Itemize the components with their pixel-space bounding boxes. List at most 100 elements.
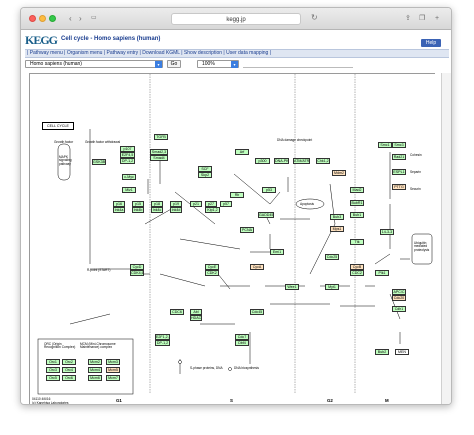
map-title: CELL CYCLE [42,122,74,130]
gene-node[interactable]: Mps1 [330,226,344,232]
gene-node[interactable]: Bub2 [375,349,389,355]
gene-node[interactable]: ATM/ATR [293,158,310,164]
gene-node[interactable]: Rad21 [392,154,406,160]
gene-node[interactable]: ESPL1 [392,169,406,175]
gene-node[interactable]: Plk1 [375,270,389,276]
gene-node[interactable]: Dbf4 [235,340,249,346]
organism-select[interactable]: Homo sapiens (human) ▾ [25,60,163,68]
minimize-window-button[interactable] [39,15,46,22]
mcm-label: MCM (Mini-Chromosome Maintenance) comple… [80,342,116,350]
gene-node[interactable]: Emi1 [270,249,284,255]
zoom-slider[interactable] [243,60,353,68]
gene-node[interactable]: 14-3-3 [380,229,394,235]
gene-node[interactable]: TGFB [154,134,168,140]
gene-node[interactable]: Miz1 [122,187,136,193]
pathway-map[interactable]: CELL CYCLE Growth factor Growth factor w… [29,73,435,404]
pathway-menu-bar[interactable]: | Pathway menu | Organism menu | Pathway… [25,49,449,58]
go-button[interactable]: Go [167,60,181,68]
gene-node[interactable]: Ink4c [151,207,163,213]
gene-node[interactable]: Myt1 [325,284,339,290]
growth-factor-withdrawal-label: Growth factor withdrawal [85,140,121,144]
gene-node[interactable]: Ink4d [170,207,182,213]
gene-node[interactable]: Cdc20 [392,295,406,301]
gene-node[interactable]: Orc6 [62,375,76,381]
gene-node[interactable]: CDK2 [205,270,219,276]
back-icon[interactable]: ‹ [69,14,72,23]
new-tab-icon[interactable]: + [435,14,439,23]
gene-node[interactable]: Mcm6 [88,375,102,381]
gene-node[interactable]: Cdh1 [392,306,406,312]
close-window-button[interactable] [29,15,36,22]
gene-node[interactable]: CDC2 [350,270,364,276]
kegg-logo-text: KEGG [25,33,58,47]
zoom-select[interactable]: 100% ▾ [197,60,239,68]
share-icon[interactable]: ⇪ [405,14,411,23]
address-bar[interactable]: kegg.jp [171,13,301,25]
kegg-logo[interactable]: KEGG [25,33,58,47]
help-button[interactable]: Help [421,39,441,47]
gene-node[interactable]: Orc4 [62,367,76,373]
gene-node[interactable]: MEN [395,349,409,355]
gene-node[interactable]: Orc1 [46,359,60,365]
gene-node[interactable]: DP-1,2 [155,340,170,346]
gene-node[interactable]: Cdc25 [325,254,339,260]
gene-node[interactable]: Mcm4 [88,367,102,373]
gene-node[interactable]: Ttk [350,239,364,245]
tabs-icon[interactable]: ❐ [419,14,425,23]
gene-node[interactable]: Skp2 [198,172,212,178]
gene-node[interactable]: PTTG [392,184,406,190]
ubiquitin-label[interactable]: Ubiquitin mediated proteolysis [414,241,432,252]
gene-node[interactable]: PCNA [240,227,254,233]
gene-node[interactable]: Mcm5 [106,367,120,373]
gene-node[interactable]: Ink4b [132,207,144,213]
sidebar-icon[interactable]: ▭ [91,14,97,23]
gene-node[interactable]: Smad4 [150,155,168,161]
gene-node[interactable]: Mdm2 [332,170,346,176]
apoptosis-label[interactable]: Apoptosis [300,202,314,206]
controls-row: Homo sapiens (human) ▾ Go 100% ▾ [25,60,451,69]
pathway-edges [37,74,433,395]
gene-node[interactable]: Bub1 [350,212,364,218]
forward-icon[interactable]: › [79,14,82,23]
gene-node[interactable]: Orc5 [46,375,60,381]
gene-node[interactable]: Mcm7 [106,375,120,381]
gene-node[interactable]: Orc3 [46,367,60,373]
zoom-window-button[interactable] [49,15,56,22]
gene-node[interactable]: Mcm3 [106,359,120,365]
gene-node[interactable]: Mcm2 [88,359,102,365]
gene-node[interactable]: Mad2 [350,187,364,193]
gene-node[interactable]: c-Myc [122,174,136,180]
gene-node[interactable]: DNA-PK [274,158,289,164]
gene-node[interactable]: CycA [250,264,264,270]
gene-node[interactable]: p53 [262,187,276,193]
gene-node[interactable]: BubR1 [350,200,364,206]
gene-node[interactable]: GADD45 [258,212,274,218]
page-title: Cell cycle - Homo sapiens (human) [61,36,161,42]
gene-node[interactable]: Smc1 [378,142,392,148]
gene-node[interactable]: HDAC [190,315,202,321]
gene-node[interactable]: GSK3B [92,159,106,165]
gene-node[interactable]: p300 [255,158,270,164]
gene-node[interactable]: Bub3 [330,214,344,220]
gene-node[interactable]: Kip1,2 [205,207,220,213]
gene-node[interactable]: Rb [230,192,244,198]
sphase-label: S-phase proteins, DNA [190,366,223,370]
gene-node[interactable]: Cdc45 [250,309,264,315]
gene-node[interactable]: Chk1,2 [316,158,330,164]
gene-node[interactable]: Arf [235,149,249,155]
map-scrollbar[interactable] [441,73,451,404]
browser-window: ‹ › ▭ kegg.jp ↻ ⇪ ❐ + KEGG Cell cycle - … [20,7,452,405]
gene-node[interactable]: Smc3 [392,142,406,148]
gene-node[interactable]: Orc2 [62,359,76,365]
gene-node[interactable]: p21 [190,201,202,207]
mapk-label[interactable]: MAPK signaling pathway [59,155,72,166]
gene-node[interactable]: p57 [220,201,232,207]
gene-node[interactable]: Wee1 [285,284,299,290]
gene-node[interactable]: CDK4,6 [130,270,144,276]
separin-label: Separin [410,170,421,174]
gene-node[interactable]: DP-1,2 [120,158,135,164]
reload-icon[interactable]: ↻ [311,13,318,22]
gene-node[interactable]: CDC6 [170,309,184,315]
page-content: KEGG Cell cycle - Homo sapiens (human) H… [21,30,451,404]
gene-node[interactable]: Ink4a [113,207,125,213]
